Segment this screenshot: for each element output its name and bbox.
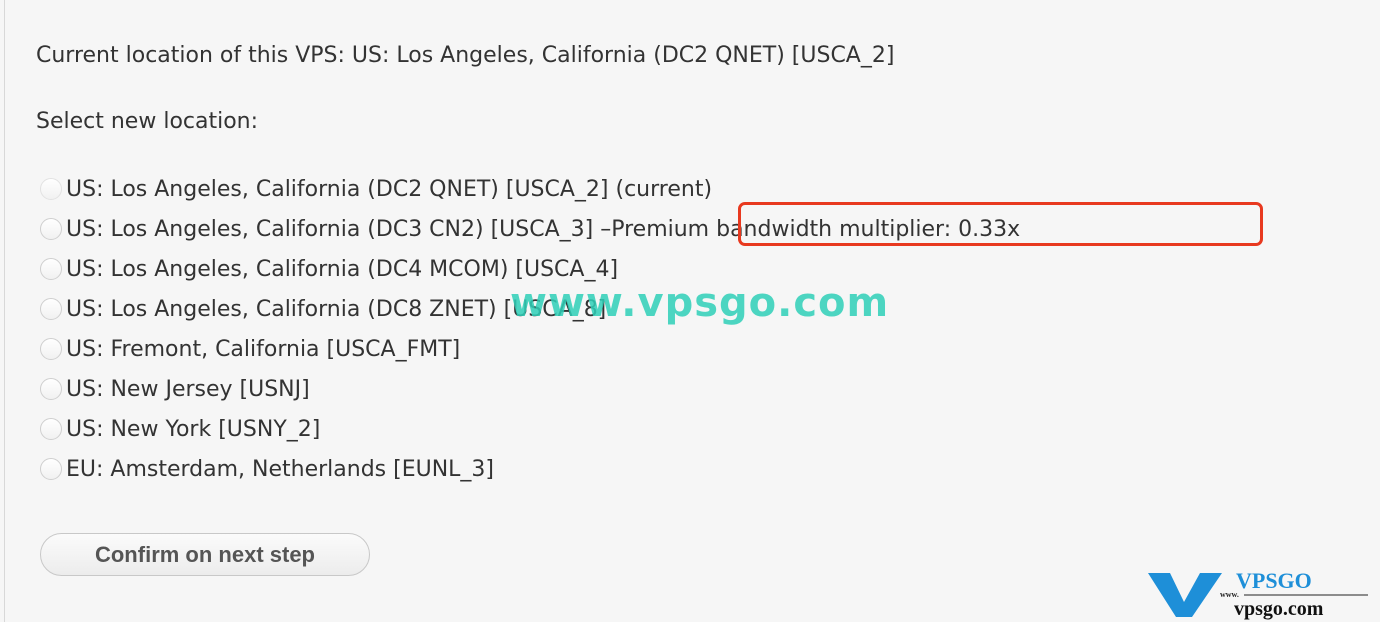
current-location-text: Current location of this VPS: US: Los An… — [36, 43, 895, 68]
select-location-label: Select new location: — [36, 109, 259, 134]
radio-button[interactable] — [40, 298, 62, 320]
location-option-usny-2[interactable]: US: New York [USNY_2] — [40, 414, 320, 444]
option-label: US: New Jersey [USNJ] — [66, 376, 310, 402]
option-label: US: Los Angeles, California (DC3 CN2) [U… — [66, 216, 612, 242]
highlight-box — [738, 202, 1263, 246]
location-option-usca-2[interactable]: US: Los Angeles, California (DC2 QNET) [… — [40, 174, 712, 204]
location-option-eunl-3[interactable]: EU: Amsterdam, Netherlands [EUNL_3] — [40, 454, 494, 484]
option-label: US: Los Angeles, California (DC2 QNET) [… — [66, 176, 713, 202]
option-label: US: New York [USNY_2] — [66, 416, 321, 442]
radio-button[interactable] — [40, 258, 62, 280]
radio-button[interactable] — [40, 218, 62, 240]
vpsgo-logo: VPSGO www. vpsgo.com — [1148, 570, 1368, 620]
radio-button[interactable] — [40, 178, 62, 200]
radio-button[interactable] — [40, 418, 62, 440]
watermark: www.vpsgo.com — [510, 280, 890, 326]
svg-text:vpsgo.com: vpsgo.com — [1234, 598, 1324, 620]
radio-button[interactable] — [40, 378, 62, 400]
location-option-usca-fmt[interactable]: US: Fremont, California [USCA_FMT] — [40, 334, 460, 364]
confirm-button[interactable]: Confirm on next step — [40, 533, 370, 576]
svg-text:VPSGO: VPSGO — [1236, 570, 1312, 593]
option-label: US: Fremont, California [USCA_FMT] — [66, 336, 461, 362]
location-option-usnj[interactable]: US: New Jersey [USNJ] — [40, 374, 310, 404]
radio-button[interactable] — [40, 458, 62, 480]
radio-button[interactable] — [40, 338, 62, 360]
option-label: US: Los Angeles, California (DC4 MCOM) [… — [66, 256, 619, 282]
option-label: EU: Amsterdam, Netherlands [EUNL_3] — [66, 456, 495, 482]
